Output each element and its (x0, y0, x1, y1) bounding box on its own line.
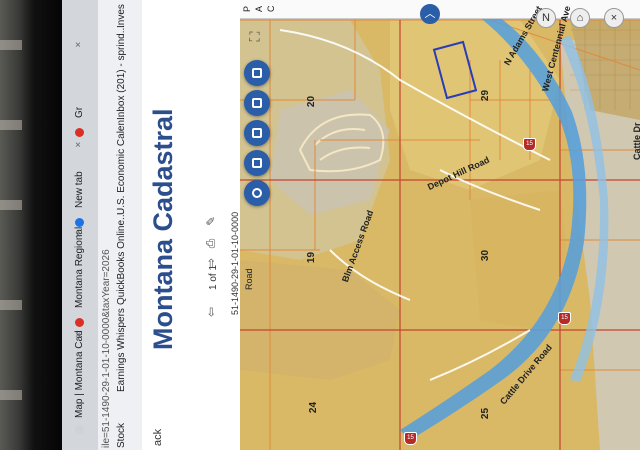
tab-close-icon[interactable]: × (75, 230, 81, 241)
pager-text: 1 of 1 (208, 264, 219, 290)
section-label: 30 (480, 249, 492, 262)
interstate-shield: 15 (558, 312, 571, 325)
tab-close-icon[interactable]: × (75, 330, 81, 341)
layers-button[interactable] (244, 60, 270, 86)
road-label-road: Road (244, 268, 254, 290)
print-icon[interactable]: ⎙ (203, 239, 218, 249)
top-letter: A (254, 5, 264, 12)
tab-close-icon[interactable]: × (75, 140, 81, 151)
tab-favicon (75, 425, 84, 434)
background-stripe (0, 120, 22, 130)
prev-arrow-icon[interactable]: ⇦ (204, 307, 218, 317)
map-view[interactable]: P A C ⛶ 20 29 19 30 24 25 Depot Hill Roa… (240, 0, 640, 450)
section-label: 29 (480, 89, 492, 102)
background-stripe (0, 200, 22, 210)
monitor-bezel (0, 0, 62, 450)
tab-map[interactable]: Map | Montana Cad (74, 330, 85, 418)
basemap-button[interactable] (244, 120, 270, 146)
fullscreen-icon[interactable]: ⛶ (246, 32, 263, 42)
bookmark-inves[interactable]: Inves (116, 4, 127, 28)
map-canvas (240, 0, 640, 450)
tab-gr[interactable]: Gr (74, 107, 85, 118)
bookmark-quickbooks[interactable]: QuickBooks Online... (116, 212, 127, 305)
background-stripe (0, 390, 22, 400)
top-letter: C (266, 5, 276, 13)
parcel-id[interactable]: 51-1490-29-1-01-10-0000 (230, 212, 240, 315)
bookmarks-bar: ile=51-1490-29-1-01-10-0000&taxYear=2026… (98, 0, 142, 450)
bookmark-partial[interactable]: Stock (116, 423, 127, 448)
next-arrow-icon[interactable]: ⇨ (204, 258, 218, 268)
close-map-icon[interactable]: × (604, 8, 624, 28)
panel-title: Montana Cadastral (148, 108, 178, 350)
print-map-button[interactable] (244, 90, 270, 116)
bookmark-econ-calendar[interactable]: U.S. Economic Calen... (116, 112, 127, 215)
locate-button[interactable] (244, 180, 270, 206)
section-label: 24 (308, 401, 320, 414)
locate-icon (252, 188, 262, 198)
background-stripe (0, 40, 22, 50)
road-label-cattle-drive-2: Cattle Dr (632, 122, 640, 160)
compass-button[interactable]: N (536, 8, 556, 28)
tab-favicon (75, 218, 84, 227)
tab-favicon (75, 318, 84, 327)
section-label: 20 (306, 95, 318, 108)
address-bar[interactable]: ile=51-1490-29-1-01-10-0000&taxYear=2026 (101, 249, 112, 448)
edit-icon[interactable]: ✎ (204, 216, 218, 226)
section-label: 25 (480, 407, 492, 420)
bookmark-earnings-whispers[interactable]: Earnings Whispers (116, 308, 127, 392)
background-stripe (0, 300, 22, 310)
side-panel: ack Montana Cadastral ⇦ 1 of 1 ⇨ ⎙ ✎ 51-… (142, 0, 240, 450)
collapse-up-button[interactable]: ︿ (420, 4, 440, 24)
tab-strip: Map | Montana Cad × Montana Regional × N… (62, 0, 98, 450)
top-letter: P (242, 5, 252, 12)
interstate-shield: 15 (404, 432, 417, 445)
print-icon (252, 98, 262, 108)
back-link[interactable]: ack (152, 429, 164, 446)
tab-new[interactable]: New tab (74, 171, 85, 208)
grid-button[interactable] (244, 150, 270, 176)
interstate-shield: 15 (523, 138, 536, 151)
grid-icon (252, 158, 262, 168)
bookmark-inbox[interactable]: Inbox (201) - sprind... (116, 25, 127, 120)
basemap-icon (252, 128, 262, 138)
compass-label: N (542, 12, 550, 24)
browser-chrome: Map | Montana Cad × Montana Regional × N… (62, 0, 142, 450)
layers-icon (252, 68, 262, 78)
section-label: 19 (306, 251, 318, 264)
tab-favicon (75, 128, 84, 137)
home-icon[interactable]: ⌂ (570, 8, 590, 28)
tab-close-icon[interactable]: × (75, 40, 81, 51)
